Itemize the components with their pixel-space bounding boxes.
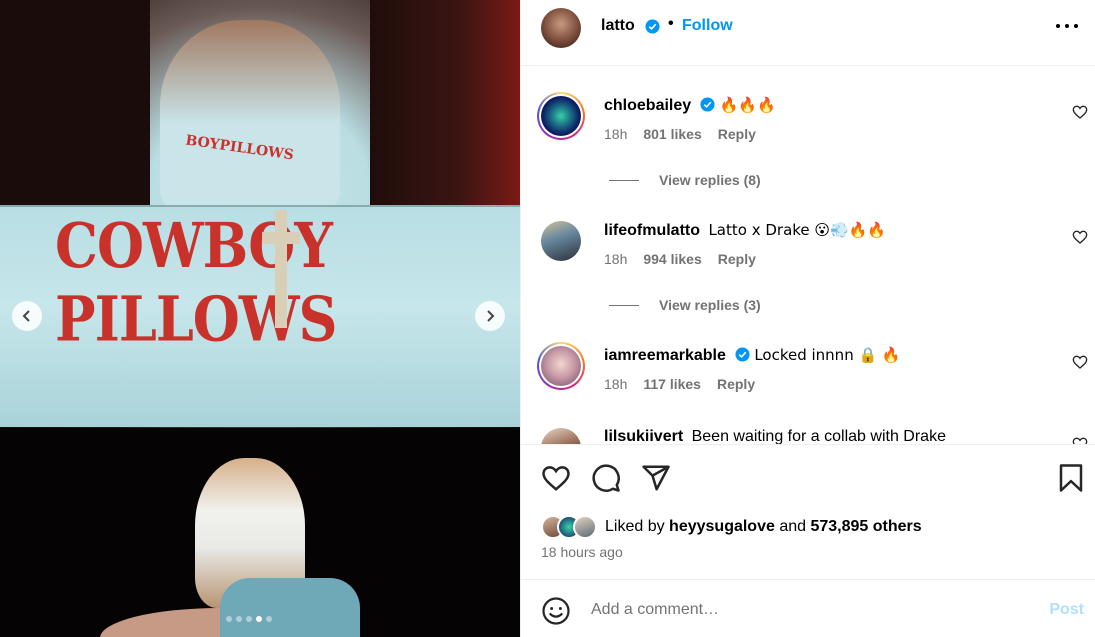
figure-jeans bbox=[220, 578, 360, 637]
liked-by: Liked by heyysugalove and 573,895 others bbox=[541, 515, 922, 539]
like-icon[interactable] bbox=[541, 463, 571, 493]
view-replies-label: View replies (8) bbox=[659, 172, 761, 188]
background-right bbox=[370, 0, 520, 205]
carousel-dot bbox=[236, 616, 242, 622]
photo-top: BOYPILLOWS COWBOY PILLOWS bbox=[0, 0, 520, 428]
comments-list[interactable]: chloebailey 🔥🔥🔥 18h 801 likes Reply View… bbox=[521, 66, 1095, 444]
comment-meta: 18h 801 likes Reply bbox=[604, 126, 756, 142]
share-icon[interactable] bbox=[641, 463, 671, 493]
like-comment-icon[interactable] bbox=[1072, 354, 1088, 370]
chevron-left-icon bbox=[22, 310, 30, 322]
comment-text: chloebailey 🔥🔥🔥 bbox=[604, 96, 776, 115]
commenter-username[interactable]: lifeofmulatto bbox=[604, 222, 700, 239]
post-actions: Liked by heyysugalove and 573,895 others… bbox=[521, 444, 1095, 579]
comment-time[interactable]: 18h bbox=[604, 376, 627, 392]
divider bbox=[609, 179, 639, 181]
reply-button[interactable]: Reply bbox=[718, 126, 756, 142]
add-comment-bar: Post bbox=[521, 579, 1095, 637]
view-replies-button[interactable]: View replies (8) bbox=[609, 172, 761, 188]
author-username[interactable]: latto bbox=[601, 17, 635, 35]
post-comment-button[interactable]: Post bbox=[1049, 601, 1084, 619]
divider bbox=[609, 304, 639, 306]
commenter-username[interactable]: chloebailey bbox=[604, 97, 691, 114]
comment-text: lilsukiivert Been waiting for a collab w… bbox=[604, 428, 946, 444]
reply-button[interactable]: Reply bbox=[717, 376, 755, 392]
view-replies-label: View replies (3) bbox=[659, 297, 761, 313]
view-replies-button[interactable]: View replies (3) bbox=[609, 297, 761, 313]
carousel-dot bbox=[256, 616, 262, 622]
commenter-avatar[interactable] bbox=[541, 346, 581, 386]
separator-dot: • bbox=[668, 15, 674, 32]
comment-meta: 18h 117 likes Reply bbox=[604, 376, 755, 392]
likes-count[interactable]: 573,895 others bbox=[810, 518, 921, 535]
chevron-right-icon bbox=[487, 310, 495, 322]
comment-text: iamreemarkable Locked innnn 🔒 🔥 bbox=[604, 346, 901, 365]
commenter-avatar[interactable] bbox=[541, 221, 581, 261]
like-comment-icon[interactable] bbox=[1072, 229, 1088, 245]
post-timestamp[interactable]: 18 hours ago bbox=[541, 544, 623, 560]
carousel-dot bbox=[246, 616, 252, 622]
carousel-dot bbox=[226, 616, 232, 622]
post-media[interactable]: BOYPILLOWS COWBOY PILLOWS bbox=[0, 0, 520, 637]
carousel-next-button[interactable] bbox=[475, 301, 505, 331]
commenter-username[interactable]: lilsukiivert bbox=[604, 428, 683, 444]
commenter-username[interactable]: iamreemarkable bbox=[604, 347, 726, 364]
liked-by-text: Liked by heyysugalove and 573,895 others bbox=[605, 518, 922, 536]
commenter-avatar[interactable] bbox=[541, 428, 581, 444]
comment-time[interactable]: 18h bbox=[604, 126, 627, 142]
emoji-picker-icon[interactable] bbox=[541, 596, 571, 626]
verified-badge-icon bbox=[700, 97, 715, 112]
comment-likes[interactable]: 117 likes bbox=[643, 376, 701, 392]
carousel-prev-button[interactable] bbox=[12, 301, 42, 331]
background-left bbox=[0, 0, 150, 205]
comment-meta: 18h 994 likes Reply bbox=[604, 251, 756, 267]
carousel-dot bbox=[266, 616, 272, 622]
verified-badge-icon bbox=[645, 19, 660, 34]
comment-body: 🔥🔥🔥 bbox=[719, 96, 776, 114]
more-options-icon[interactable] bbox=[1056, 24, 1078, 30]
liked-by-prefix: Liked by bbox=[605, 518, 665, 535]
comment-body: Locked innnn 🔒 🔥 bbox=[754, 346, 901, 364]
liker-avatar[interactable] bbox=[573, 515, 597, 539]
save-bookmark-icon[interactable] bbox=[1056, 463, 1086, 493]
like-comment-icon[interactable] bbox=[1072, 104, 1088, 120]
reply-button[interactable]: Reply bbox=[718, 251, 756, 267]
like-comment-icon[interactable] bbox=[1072, 436, 1088, 444]
verified-badge-icon bbox=[735, 347, 750, 362]
photo-bottom bbox=[0, 428, 520, 637]
comment-icon[interactable] bbox=[591, 463, 621, 493]
comment-input[interactable] bbox=[591, 598, 1011, 622]
commenter-avatar[interactable] bbox=[541, 96, 581, 136]
comment-text: lifeofmulatto Latto x Drake 😮💨🔥🔥 bbox=[604, 221, 886, 240]
liked-by-and: and bbox=[779, 518, 807, 535]
comment-body: Been waiting for a collab with Drake bbox=[691, 428, 946, 444]
post-side-panel: latto • Follow chloebailey 🔥🔥🔥 18h 801 l… bbox=[520, 0, 1095, 637]
comment-body: Latto x Drake 😮💨🔥🔥 bbox=[708, 221, 887, 239]
comment-time[interactable]: 18h bbox=[604, 251, 627, 267]
liked-by-user[interactable]: heyysugalove bbox=[669, 518, 775, 535]
author-avatar[interactable] bbox=[541, 8, 581, 48]
follow-button[interactable]: Follow bbox=[682, 17, 733, 35]
carousel-indicator bbox=[226, 616, 272, 622]
comment-likes[interactable]: 801 likes bbox=[643, 126, 701, 142]
figure-torso bbox=[160, 20, 340, 210]
cross-pendant bbox=[262, 210, 300, 328]
post-header: latto • Follow bbox=[521, 0, 1095, 66]
comment-likes[interactable]: 994 likes bbox=[643, 251, 701, 267]
